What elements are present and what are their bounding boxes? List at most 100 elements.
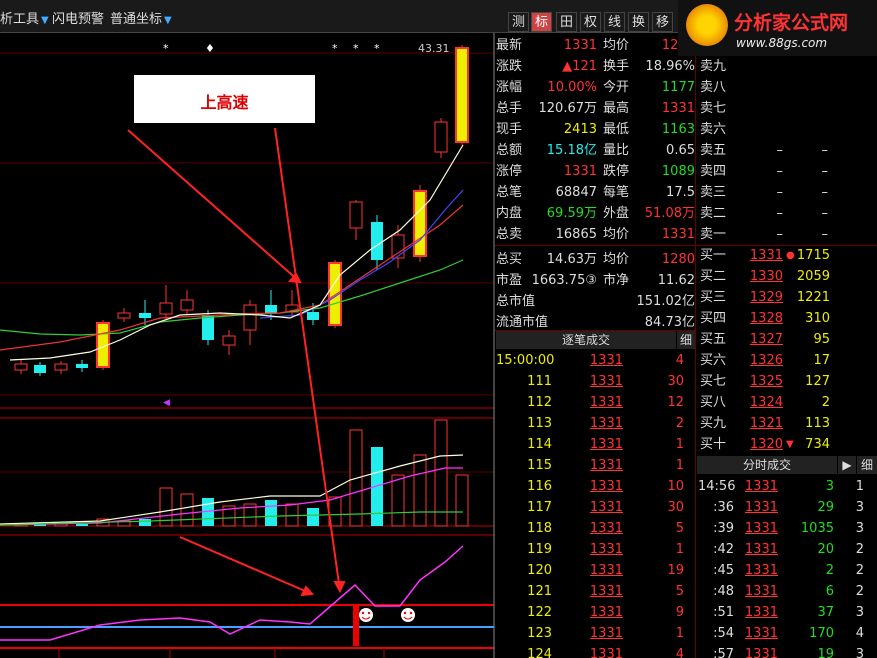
trade-id: 114: [527, 437, 552, 452]
left-marker-icon: ◀: [163, 398, 170, 408]
trade-price: 1331: [589, 437, 623, 452]
trade-price: 1331: [589, 353, 623, 368]
bid-label: 买八: [700, 395, 727, 410]
quote-value: 1663.75③: [531, 273, 597, 288]
volume-bar: [180, 493, 194, 527]
bid-volume: 1715: [796, 248, 830, 263]
toolbar-btn-switch[interactable]: 换: [628, 12, 649, 32]
toolbar-btn-measure[interactable]: 测: [508, 12, 529, 32]
ask-volume: –: [821, 185, 829, 200]
quote-value: 10.00%: [547, 80, 597, 95]
trade-volume: 9: [675, 605, 684, 620]
bid-label: 买四: [700, 311, 727, 326]
annotation-callout: 上高速: [134, 75, 315, 123]
toolbar-btn-rights[interactable]: 权: [580, 12, 601, 32]
toolbar-btn-move[interactable]: 移: [652, 12, 673, 32]
candle-body: [54, 363, 68, 371]
minute-time: :57: [713, 647, 734, 658]
minute-count: 2: [855, 542, 864, 557]
toolbar-btn-mark[interactable]: 标: [531, 12, 552, 32]
candle-body: [14, 363, 28, 371]
bid-label: 买一: [700, 248, 727, 263]
candle-body: [117, 312, 131, 319]
minute-volume: 37: [817, 605, 834, 620]
divider: [695, 56, 696, 658]
quote-label: 内盘: [496, 206, 523, 221]
bid-price: 1321: [749, 416, 783, 431]
volume-bar: [76, 524, 88, 526]
divider: [495, 245, 877, 246]
bid-price: 1324: [749, 395, 783, 410]
svg-text:*: *: [374, 42, 380, 55]
divider: [495, 330, 695, 331]
toolbar-btn-line[interactable]: 线: [604, 12, 625, 32]
ask-volume: [790, 98, 828, 119]
candle-body: [391, 234, 405, 259]
candle-body: [180, 299, 194, 311]
quote-value: 1331: [661, 101, 695, 116]
trade-volume: 19: [667, 563, 684, 578]
quote-value: 68847: [555, 185, 597, 200]
quote-value: 14.63万: [546, 252, 597, 267]
trade-id: 116: [527, 479, 552, 494]
trade-id: 117: [527, 500, 552, 515]
quote-label: 总买: [496, 252, 523, 267]
ask-volume: [790, 56, 828, 77]
minute-detail-button[interactable]: 细: [857, 456, 877, 474]
trade-price: 1331: [589, 563, 623, 578]
ask-label: 卖六: [700, 122, 727, 137]
trade-price: 1331: [589, 458, 623, 473]
trade-price: 1331: [589, 500, 623, 515]
svg-text:*: *: [332, 42, 338, 55]
quote-value: 2413: [563, 122, 597, 137]
minute-time: :45: [713, 563, 734, 578]
trade-id: 111: [527, 374, 552, 389]
minute-header: 分时成交: [697, 456, 837, 474]
candle-body: [76, 364, 88, 368]
trade-id: 119: [527, 542, 552, 557]
minute-price: 1331: [744, 521, 778, 536]
ask-price: [745, 119, 783, 140]
quote-value: 1331: [563, 164, 597, 179]
minute-time: :48: [713, 584, 734, 599]
minute-time: :36: [713, 500, 734, 515]
volume-bar: [265, 500, 277, 526]
trade-volume: 1: [675, 542, 684, 557]
candle-body: [202, 315, 214, 340]
trade-price: 1331: [589, 374, 623, 389]
candle-body: [265, 305, 277, 313]
minute-count: 3: [855, 521, 864, 536]
minute-price: 1331: [744, 626, 778, 641]
candle-body: [434, 121, 448, 153]
bid-label: 买二: [700, 269, 727, 284]
quote-label: 涨停: [496, 164, 523, 179]
quote-value: [520, 291, 597, 312]
minute-volume: 6: [825, 584, 834, 599]
volume-bar: [307, 508, 319, 526]
trade-price: 1331: [589, 395, 623, 410]
trade-price: 1331: [589, 542, 623, 557]
ask-label: 卖四: [700, 164, 727, 179]
candle-body: [371, 222, 383, 260]
quote-value: 1280: [661, 252, 695, 267]
smiley-icon: [401, 608, 415, 622]
trades-detail-button[interactable]: 细: [677, 331, 695, 349]
toolbar-btn-grid[interactable]: 田: [556, 12, 577, 32]
logo-url: www.88gs.com: [736, 36, 828, 50]
bid-volume: 2: [821, 395, 830, 410]
minute-volume: 20: [817, 542, 834, 557]
quote-label: 总额: [496, 143, 523, 158]
candle-body: [349, 201, 363, 229]
volume-bar: [434, 419, 448, 527]
minute-next-button[interactable]: ▶: [838, 456, 856, 474]
candle-body: [139, 313, 151, 318]
minute-price: 1331: [744, 647, 778, 658]
bid-label: 买九: [700, 416, 727, 431]
minute-time: :39: [713, 521, 734, 536]
ask-label: 卖九: [700, 59, 727, 74]
quote-value: 0.65: [666, 143, 695, 158]
trade-price: 1331: [589, 416, 623, 431]
quote-label: 现手: [496, 122, 523, 137]
trade-id: 118: [527, 521, 552, 536]
ask-price: –: [776, 185, 784, 200]
